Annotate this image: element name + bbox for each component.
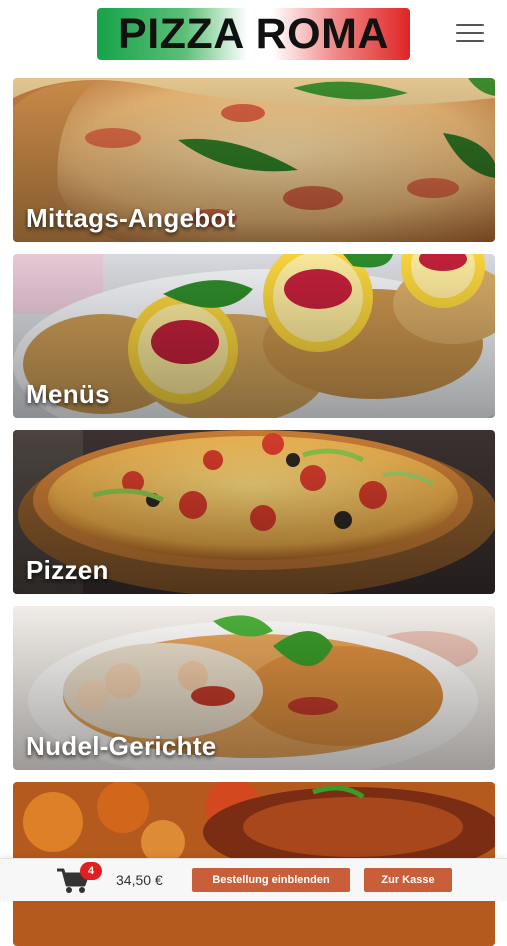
category-card-nudel-gerichte[interactable]: Nudel-Gerichte (13, 606, 495, 770)
logo[interactable]: PIZZA ROMA (97, 8, 410, 60)
category-label: Mittags-Angebot (26, 203, 236, 233)
checkout-button[interactable]: Zur Kasse (364, 868, 452, 892)
logo-text: PIZZA ROMA (118, 9, 389, 58)
cart-count-badge: 4 (80, 862, 102, 880)
category-label: Pizzen (26, 555, 109, 585)
cart-total: 34,50 € (116, 872, 163, 888)
category-card-mittags-angebot[interactable]: Mittags-Angebot (13, 78, 495, 242)
hamburger-menu-icon[interactable] (454, 22, 488, 44)
category-card-pizzen[interactable]: Pizzen (13, 430, 495, 594)
header: PIZZA ROMA (0, 0, 507, 72)
cart-bar: 4 34,50 € Bestellung einblenden Zur Kass… (0, 858, 507, 901)
category-card-menues[interactable]: Menüs (13, 254, 495, 418)
category-label: Nudel-Gerichte (26, 731, 217, 761)
category-label: Menüs (26, 379, 110, 409)
show-order-button[interactable]: Bestellung einblenden (192, 868, 350, 892)
